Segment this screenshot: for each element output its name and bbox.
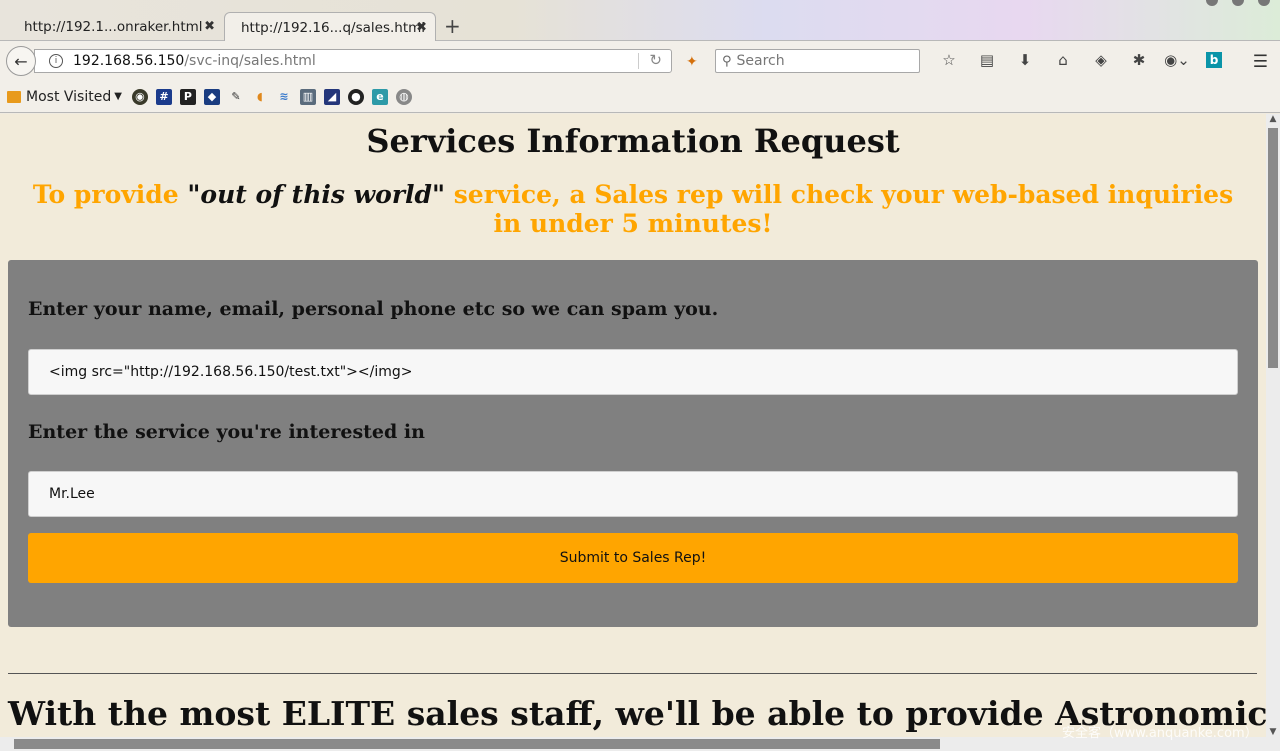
search-icon: ⚲ [722,53,732,69]
info-icon[interactable]: i [49,54,63,68]
home-icon[interactable]: ⌂ [1044,51,1082,69]
back-button[interactable]: ← [6,46,36,76]
bookmarks-toolbar: Most Visited ▼ ◉ # P ◆ ✎ ◖ ≋ ▥ ◢ ● e ◍ [0,81,1280,113]
maximize-icon[interactable] [1232,0,1244,6]
tagline-quote-open: " [187,180,201,209]
pocket-icon[interactable]: ◈ [1082,51,1120,69]
reload-icon[interactable]: ↻ [649,51,662,69]
new-tab-button[interactable]: + [444,14,461,38]
search-placeholder: Search [736,53,785,69]
scroll-down-icon[interactable]: ▼ [1266,727,1280,737]
page-tagline: To provide "out of this world" service, … [30,180,1236,238]
reading-list-icon[interactable]: ▤ [968,51,1006,69]
tagline-prefix: To provide [32,180,188,209]
tool-icon[interactable]: ✎ [228,89,244,105]
vpn-icon[interactable]: ◆ [203,88,220,105]
url-separator [638,53,639,69]
tagline-quote-close: " [432,180,446,209]
url-bar[interactable]: i 192.168.56.150 /svc-inq/sales.html ↻ [34,49,672,73]
toolbar-icons: ☆ ▤ ⬇ ⌂ ◈ ✱ ◉⌄ b [930,51,1222,69]
hamburger-menu-icon[interactable]: ☰ [1253,52,1268,72]
watermark: 安全客（www.anquanke.com） [1062,726,1258,741]
vertical-scroll-thumb[interactable] [1268,128,1278,368]
fortune-icon[interactable]: ◉ [131,88,148,105]
book-icon[interactable]: ▥ [299,88,316,105]
tagline-emphasis: out of this world [200,180,432,209]
globe-icon[interactable]: ◍ [395,88,412,105]
tab-onraker[interactable]: http://192.1...onraker.html ✖ [8,12,223,41]
inquiry-form: Enter your name, email, personal phone e… [8,260,1258,627]
contact-input[interactable] [28,349,1238,395]
nav-bar: i 192.168.56.150 /svc-inq/sales.html ↻ ←… [0,41,1280,81]
chevron-down-icon[interactable]: ▼ [114,91,122,102]
close-icon[interactable]: ✖ [204,19,215,34]
window-controls [1206,0,1270,6]
back-arrow-icon: ← [14,51,28,71]
contact-label: Enter your name, email, personal phone e… [28,298,719,320]
scroll-up-icon[interactable]: ▲ [1266,114,1280,124]
chart-icon[interactable]: ◢ [323,88,340,105]
proxy-icon[interactable]: ◉⌄ [1158,51,1196,69]
addon-icon[interactable]: ✦ [686,54,698,70]
url-host: 192.168.56.150 [73,53,185,69]
section-divider [8,673,1257,674]
most-visited-link[interactable]: Most Visited [26,89,111,105]
hash-icon[interactable]: # [155,88,172,105]
bookmark-star-icon[interactable]: ☆ [930,51,968,69]
service-input[interactable] [28,471,1238,517]
tab-label: http://192.16...q/sales.html [241,19,426,36]
spider-icon[interactable]: ✱ [1120,51,1158,69]
browser-icon[interactable]: e [371,88,388,105]
close-icon[interactable]: ✖ [416,20,427,35]
tab-label: http://192.1...onraker.html [24,18,203,35]
download-icon[interactable]: ⬇ [1006,51,1044,69]
service-label: Enter the service you're interested in [28,421,425,443]
tab-sales[interactable]: http://192.16...q/sales.html ✖ [224,12,436,42]
page-viewport: Services Information Request To provide … [0,114,1266,737]
tab-bar: http://192.1...onraker.html ✖ http://192… [0,0,1280,42]
feather-icon[interactable]: ≋ [276,89,292,105]
submit-button[interactable]: Submit to Sales Rep! [28,533,1238,583]
minimize-icon[interactable] [1206,0,1218,6]
vertical-scrollbar[interactable]: ▲ ▼ [1266,114,1280,737]
url-path: /svc-inq/sales.html [184,53,316,69]
tagline-suffix: service, a Sales rep will check your web… [445,180,1234,238]
horizontal-scroll-thumb[interactable] [14,739,940,749]
p-icon[interactable]: P [179,88,196,105]
bing-icon[interactable]: b [1206,52,1222,68]
search-input[interactable]: ⚲ Search [715,49,920,73]
fox-icon[interactable]: ◖ [252,89,268,105]
page-title: Services Information Request [366,122,900,160]
folder-icon [7,90,21,103]
github-icon[interactable]: ● [347,88,364,105]
window-close-icon[interactable] [1258,0,1270,6]
